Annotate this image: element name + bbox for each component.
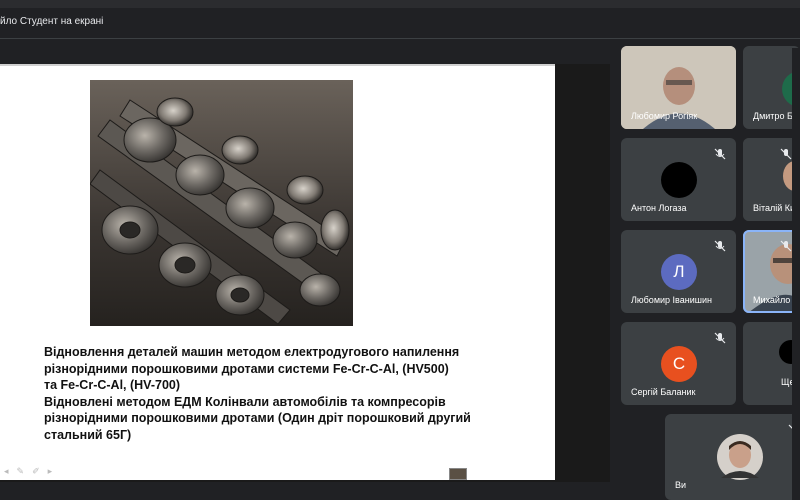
top-strip (0, 0, 800, 8)
participant-name: Ви (675, 480, 687, 490)
slide-line: Відновлення деталей машин методом електр… (44, 345, 460, 359)
participant-tile[interactable]: Любомир Рогіяк (621, 46, 736, 129)
self-avatar (717, 434, 763, 480)
top-bar: йло Студент на екрані (0, 0, 800, 40)
slide-toolbar: ◂ ✎ ✐ ▸ (4, 466, 52, 477)
participant-name: Любомир Рогіяк (631, 111, 698, 121)
slide-line: та Fe-Cr-C-Al, (HV-700) (44, 378, 181, 392)
mic-off-icon (714, 240, 726, 252)
participant-tile[interactable]: Л Любомир Іванишин (621, 230, 736, 313)
mic-off-icon (780, 148, 792, 160)
divider (0, 38, 800, 39)
crankshafts-photo (90, 80, 353, 326)
slide-line: різнорідними порошковими дротами (Один д… (44, 411, 471, 425)
mic-off-icon (714, 332, 726, 344)
back-icon[interactable]: ◂ (4, 466, 9, 477)
presenting-label: йло Студент на екрані (0, 16, 104, 27)
participant-tile[interactable]: С Сергій Баланик (621, 322, 736, 405)
avatar (661, 162, 697, 198)
scrollbar[interactable] (792, 48, 800, 500)
pen-icon[interactable]: ✎ (17, 466, 25, 477)
slide-line: різнорідними порошковими дротами системи… (44, 361, 449, 376)
participant-name: Любомир Іванишин (631, 295, 712, 305)
participant-name: Антон Логаза (631, 203, 687, 213)
pointer-cursor (449, 468, 467, 480)
slide-text: Відновлення деталей машин методом електр… (44, 344, 544, 443)
highlighter-icon[interactable]: ✐ (32, 466, 40, 477)
participant-name: Сергій Баланик (631, 387, 696, 397)
slide-line: стальний 65Г) (44, 427, 132, 442)
participant-tile[interactable]: Антон Логаза (621, 138, 736, 221)
slide-line: Відновлені методом ЕДМ Колінвали автомоб… (44, 394, 446, 409)
avatar: Л (661, 254, 697, 290)
mic-off-icon (780, 240, 792, 252)
mic-off-icon (714, 148, 726, 160)
avatar: С (661, 346, 697, 382)
slide-top-line (0, 64, 555, 66)
self-view-tile[interactable]: Ви (665, 414, 800, 500)
participant-name: Віталій Ки (753, 203, 796, 213)
forward-icon[interactable]: ▸ (48, 466, 53, 477)
shared-slide: Відновлення деталей машин методом електр… (0, 64, 555, 480)
